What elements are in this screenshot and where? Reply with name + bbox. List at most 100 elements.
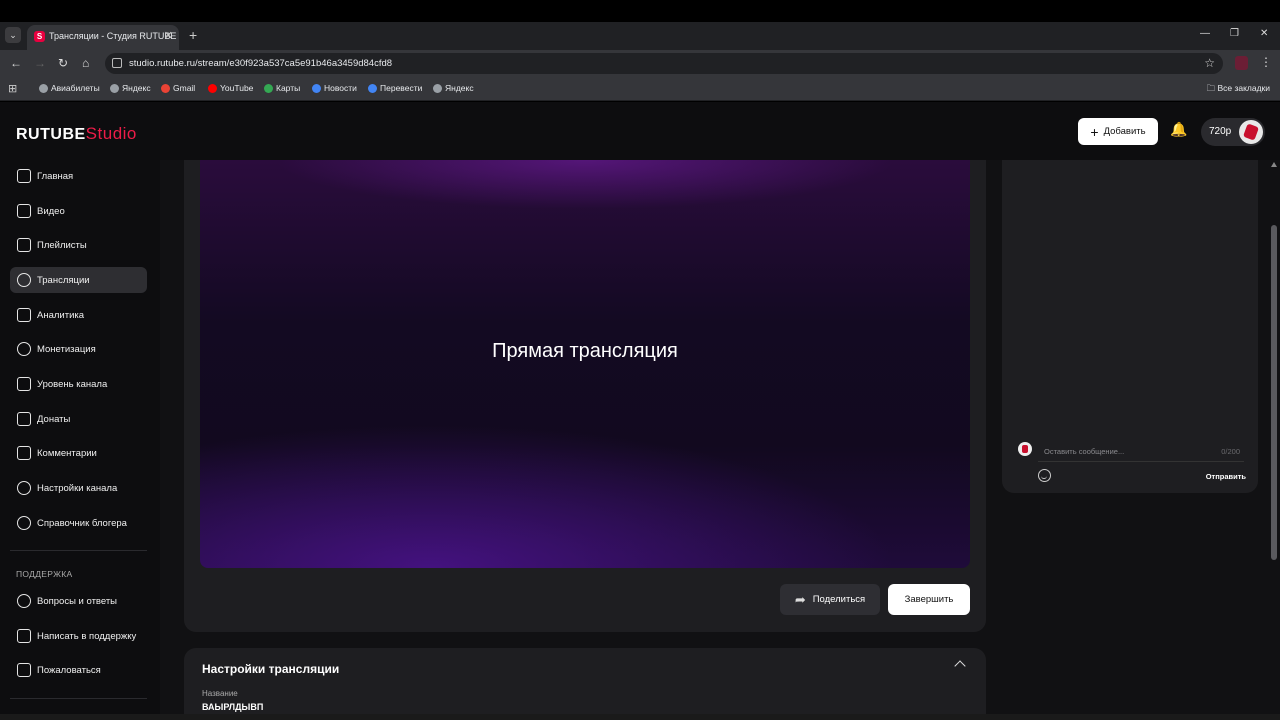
- user-avatar[interactable]: [1239, 120, 1263, 144]
- home-browser-icon[interactable]: ⌂: [82, 56, 89, 70]
- chevron-up-icon[interactable]: [954, 660, 966, 672]
- bookmark-item[interactable]: Авиабилеты: [39, 83, 100, 93]
- gear-icon: [17, 481, 31, 495]
- screen-top-bar: [0, 0, 1280, 22]
- sidebar-item-analytics[interactable]: Аналитика: [10, 302, 147, 328]
- new-tab-button[interactable]: +: [189, 27, 197, 43]
- sidebar-item-channel-settings[interactable]: Настройки канала: [10, 475, 147, 501]
- stream-settings-title: Настройки трансляции: [202, 662, 340, 676]
- analytics-icon: [17, 308, 31, 322]
- forward-icon[interactable]: →: [34, 56, 46, 70]
- bookmarks-bar: ⊞ Авиабилеты Яндекс Gmail YouTube Карты …: [0, 77, 1280, 101]
- rutube-studio-app: RUTUBEStudio + Добавить 🔔 720p Главная В…: [0, 102, 1280, 720]
- maps-icon: [264, 83, 273, 93]
- os-taskbar: [0, 714, 1280, 720]
- notifications-bell-icon[interactable]: 🔔: [1170, 121, 1187, 138]
- rutube-favicon-icon: S: [34, 31, 45, 42]
- tab-title: Трансляции - Студия RUTUBE: [49, 31, 177, 41]
- sidebar-item-donations[interactable]: Донаты: [10, 406, 147, 432]
- sidebar-item-comments[interactable]: Комментарии: [10, 440, 147, 466]
- sidebar-item-home[interactable]: Главная: [10, 163, 147, 189]
- youtube-icon: [208, 83, 217, 93]
- char-counter: 0/200: [1221, 447, 1240, 456]
- comment-icon: [17, 446, 31, 460]
- bookmark-item[interactable]: YouTube: [208, 83, 253, 93]
- sidebar-item-report[interactable]: Пожаловаться: [10, 657, 147, 683]
- bookmark-star-icon[interactable]: ☆: [1204, 56, 1215, 70]
- app-header: RUTUBEStudio + Добавить 🔔 720p: [0, 102, 1280, 160]
- playlist-icon: [17, 238, 31, 252]
- close-window-icon[interactable]: ✕: [1260, 28, 1268, 39]
- plus-icon: +: [1090, 123, 1099, 140]
- sidebar-divider: [10, 550, 147, 551]
- rutube-studio-logo[interactable]: RUTUBEStudio: [16, 124, 137, 144]
- support-section-title: ПОДДЕРЖКА: [16, 569, 73, 579]
- live-stream-label: Прямая трансляция: [492, 340, 678, 362]
- share-button[interactable]: ➦ Поделиться: [780, 584, 880, 615]
- sidebar-item-broadcasts[interactable]: Трансляции: [10, 267, 147, 293]
- globe-icon: [39, 83, 48, 93]
- sidebar-item-monetization[interactable]: Монетизация: [10, 336, 147, 362]
- home-icon: [17, 169, 31, 183]
- sidebar-item-contact-support[interactable]: Написать в поддержку: [10, 623, 147, 649]
- bookmark-item[interactable]: Gmail: [161, 83, 195, 93]
- address-bar[interactable]: studio.rutube.ru/stream/e30f923a537ca5e9…: [105, 53, 1223, 74]
- globe-icon: [433, 83, 442, 93]
- browser-tab-strip: ⌄ S Трансляции - Студия RUTUBE ✕ + — ❐ ✕: [0, 22, 1280, 50]
- info-icon: [17, 516, 31, 530]
- question-icon: [17, 594, 31, 608]
- scroll-up-arrow-icon[interactable]: [1271, 162, 1277, 167]
- sidebar-item-playlists[interactable]: Плейлисты: [10, 232, 147, 258]
- finish-stream-button[interactable]: Завершить: [888, 584, 970, 615]
- mail-icon: [17, 629, 31, 643]
- browser-toolbar: ← → ↻ ⌂ studio.rutube.ru/stream/e30f923a…: [0, 50, 1280, 77]
- all-bookmarks[interactable]: 🗀 Все закладки: [1207, 83, 1270, 97]
- sidebar-divider: [10, 698, 147, 699]
- chat-panel: Оставить сообщение... 0/200 Отправить: [1002, 160, 1258, 493]
- flag-icon: [17, 663, 31, 677]
- tab-search-button[interactable]: ⌄: [5, 27, 21, 43]
- chat-message-input[interactable]: Оставить сообщение... 0/200: [1038, 442, 1244, 462]
- apps-grid-icon[interactable]: ⊞: [8, 82, 17, 95]
- browser-menu-icon[interactable]: ⋮: [1260, 55, 1272, 69]
- video-icon: [17, 204, 31, 218]
- scroll-thumb[interactable]: [1271, 225, 1277, 560]
- browser-tab-active[interactable]: S Трансляции - Студия RUTUBE ✕: [27, 25, 179, 50]
- chat-user-avatar: [1018, 442, 1032, 456]
- globe-icon: [110, 83, 119, 93]
- sidebar-item-blogger-guide[interactable]: Справочник блогера: [10, 510, 147, 536]
- site-info-icon[interactable]: [112, 58, 122, 68]
- translate-icon: [368, 83, 377, 93]
- stream-player[interactable]: Прямая трансляция: [200, 160, 970, 568]
- back-icon[interactable]: ←: [10, 56, 22, 70]
- page-scrollbar[interactable]: [1268, 160, 1280, 720]
- sidebar-item-video[interactable]: Видео: [10, 198, 147, 224]
- stream-preview-card: Прямая трансляция ➦ Поделиться Завершить: [184, 160, 986, 632]
- emoji-icon[interactable]: [1038, 469, 1051, 482]
- bookmark-item[interactable]: Карты: [264, 83, 300, 93]
- sidebar: Главная Видео Плейлисты Трансляции Анали…: [0, 160, 160, 720]
- sidebar-item-channel-level[interactable]: Уровень канала: [10, 371, 147, 397]
- ruble-icon: [17, 342, 31, 356]
- bookmark-item[interactable]: Яндекс: [110, 83, 151, 93]
- title-field-label: Название: [202, 689, 238, 698]
- close-tab-icon[interactable]: ✕: [164, 29, 173, 42]
- sidebar-item-faq[interactable]: Вопросы и ответы: [10, 588, 147, 614]
- quality-selector[interactable]: 720p: [1201, 118, 1265, 146]
- news-icon: [312, 83, 321, 93]
- star-icon: [17, 377, 31, 391]
- minimize-icon[interactable]: —: [1200, 28, 1210, 39]
- gmail-icon: [161, 83, 170, 93]
- title-field-value[interactable]: ВАЫРЛДЫВП: [202, 702, 263, 712]
- bookmark-item[interactable]: Новости: [312, 83, 357, 93]
- share-icon: ➦: [794, 591, 806, 607]
- restore-icon[interactable]: ❐: [1230, 28, 1239, 39]
- url-text: studio.rutube.ru/stream/e30f923a537ca5e9…: [129, 58, 393, 69]
- send-button[interactable]: Отправить: [1206, 472, 1246, 481]
- add-button[interactable]: + Добавить: [1078, 118, 1158, 145]
- bookmark-item[interactable]: Яндекс: [433, 83, 474, 93]
- bookmark-item[interactable]: Перевести: [368, 83, 422, 93]
- extension-icon[interactable]: [1235, 56, 1248, 70]
- reload-icon[interactable]: ↻: [58, 56, 68, 70]
- broadcast-icon: [17, 273, 31, 287]
